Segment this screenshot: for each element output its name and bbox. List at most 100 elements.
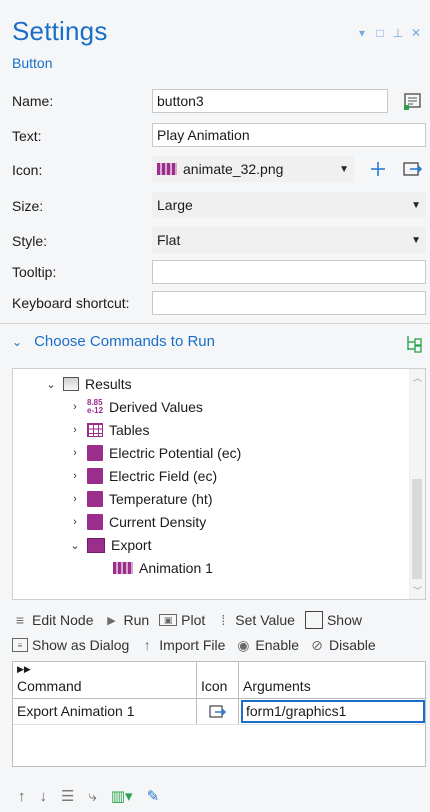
export-icon (208, 704, 226, 718)
run-button[interactable]: ▶ Run (103, 612, 149, 628)
arguments-input[interactable]: form1/graphics1 (241, 700, 425, 723)
chevron-down-icon[interactable]: ⌄ (45, 378, 57, 391)
command-tree[interactable]: ⌄ Results › 8.85 e-12 Derived Values › T… (12, 368, 426, 600)
tree-item-electric-potential[interactable]: › Electric Potential (ec) (69, 442, 241, 464)
import-file-label: Import File (159, 637, 226, 653)
move-up-icon[interactable]: ↑ (18, 788, 26, 805)
show-checkbox-icon (304, 611, 323, 629)
scroll-up-icon[interactable]: ︿ (413, 371, 422, 384)
size-select[interactable]: Large ▼ (152, 192, 426, 218)
dropdown-icon[interactable]: ▾ (356, 26, 368, 40)
text-field[interactable]: Play Animation (152, 123, 426, 147)
plot-group-icon (87, 445, 103, 461)
size-select-value: Large (157, 197, 193, 213)
name-label: Name: (12, 93, 54, 109)
chevron-right-icon[interactable]: › (69, 516, 81, 528)
column-header-arguments[interactable]: Arguments (239, 662, 425, 698)
panel-subtitle: Button (12, 55, 53, 71)
size-label: Size: (12, 198, 44, 214)
plot-group-icon (87, 514, 103, 530)
dialog-icon: ≡ (12, 638, 28, 652)
chevron-right-icon[interactable]: › (69, 447, 81, 459)
tree-item-animation[interactable]: Animation 1 (113, 557, 213, 579)
chevron-down-icon: ▼ (339, 163, 349, 175)
tree-item-tables[interactable]: › Tables (69, 419, 149, 441)
tree-scrollbar[interactable]: ︿ ﹀ (409, 369, 425, 599)
expand-columns-icon[interactable]: ▶▶ (17, 664, 31, 675)
tree-item-current-density[interactable]: › Current Density (69, 511, 206, 533)
chevron-right-icon[interactable]: › (69, 401, 81, 413)
column-header-command[interactable]: ▶▶ Command (13, 662, 197, 698)
edit-table-icon[interactable]: ✎ (147, 787, 160, 805)
edit-node-label: Edit Node (32, 612, 94, 628)
chevron-right-icon[interactable]: › (69, 424, 81, 436)
command-toolbar-1: ≡ Edit Node ▶ Run ▣ Plot ⁞ Set Value Sho… (12, 611, 368, 629)
enable-button[interactable]: ◉ Enable (235, 636, 299, 654)
play-icon: ▶ (107, 614, 116, 627)
tree-item-label: Animation 1 (139, 560, 213, 576)
film-strip-icon (113, 562, 133, 574)
close-icon[interactable]: ✕ (410, 26, 422, 40)
disable-label: Disable (329, 637, 376, 653)
chevron-right-icon[interactable]: › (69, 493, 81, 505)
name-field[interactable]: button3 (152, 89, 388, 113)
tree-item-temperature[interactable]: › Temperature (ht) (69, 488, 212, 510)
import-file-button[interactable]: ↑ Import File (139, 637, 226, 653)
insert-row-icon[interactable]: ⤷ (88, 788, 96, 805)
tree-item-export[interactable]: ⌄ Export (69, 534, 151, 556)
tree-item-derived-values[interactable]: › 8.85 e-12 Derived Values (69, 396, 203, 418)
tree-item-label: Temperature (ht) (109, 491, 213, 507)
enable-radio-icon: ◉ (237, 636, 250, 653)
enable-label: Enable (255, 637, 299, 653)
scroll-down-icon[interactable]: ﹀ (413, 584, 422, 597)
chevron-right-icon[interactable]: › (69, 470, 81, 482)
style-select-value: Flat (157, 232, 181, 248)
plot-button[interactable]: ▣ Plot (159, 612, 205, 628)
chevron-down-icon: ▼ (411, 199, 421, 211)
scrollbar-thumb[interactable] (412, 479, 422, 579)
column-header-icon[interactable]: Icon (197, 662, 239, 698)
icon-select[interactable]: animate_32.png ▼ (152, 156, 354, 182)
edit-node-button[interactable]: ≡ Edit Node (12, 612, 94, 628)
cell-command[interactable]: Export Animation 1 (13, 699, 197, 724)
add-column-icon[interactable]: ▥▾ (111, 787, 133, 805)
tree-item-label: Export (111, 537, 152, 553)
disable-button[interactable]: ⊘ Disable (309, 637, 376, 654)
set-value-button[interactable]: ⁞ Set Value (215, 612, 295, 628)
tree-item-label: Derived Values (109, 399, 203, 415)
commands-section-header[interactable]: ⌄ Choose Commands to Run (12, 333, 215, 350)
command-table[interactable]: ▶▶ Command Icon Arguments Export Animati… (12, 661, 426, 767)
table-row[interactable]: Export Animation 1 form1/graphics1 (13, 699, 425, 725)
table-icon (87, 423, 103, 437)
tree-item-electric-field[interactable]: › Electric Field (ec) (69, 465, 217, 487)
delete-row-icon[interactable]: ☰ (61, 787, 74, 805)
import-icon-button[interactable] (401, 157, 425, 181)
set-value-label: Set Value (235, 612, 295, 628)
tree-item-results[interactable]: ⌄ Results (45, 373, 131, 395)
show-button[interactable]: Show (304, 611, 362, 629)
export-folder-icon (87, 537, 105, 553)
maximize-icon[interactable]: □ (374, 26, 386, 40)
chevron-down-icon: ⌄ (12, 334, 23, 349)
chevron-down-icon: ▼ (411, 234, 421, 246)
show-as-dialog-button[interactable]: ≡ Show as Dialog (12, 637, 129, 653)
edit-name-button[interactable] (401, 89, 425, 113)
icon-select-value: animate_32.png (183, 161, 284, 177)
pin-icon[interactable]: ⊥ (392, 26, 404, 40)
tree-settings-icon[interactable] (404, 334, 424, 357)
cell-icon[interactable] (197, 699, 239, 724)
table-toolbar: ↑ ↓ ☰ ⤷ ▥▾ ✎ (18, 787, 160, 806)
add-icon-button[interactable] (366, 157, 390, 181)
chevron-down-icon[interactable]: ⌄ (69, 539, 81, 552)
plot-group-icon (87, 491, 103, 507)
shortcut-field[interactable] (152, 291, 426, 315)
edit-node-icon: ≡ (15, 612, 25, 628)
tooltip-field[interactable] (152, 260, 426, 284)
plot-group-icon (87, 468, 103, 484)
text-label: Text: (12, 128, 42, 144)
plus-icon (371, 162, 385, 176)
move-down-icon[interactable]: ↓ (40, 788, 48, 805)
tree-item-label: Electric Field (ec) (109, 468, 218, 484)
style-select[interactable]: Flat ▼ (152, 227, 426, 253)
cell-arguments[interactable]: form1/graphics1 (239, 699, 425, 724)
